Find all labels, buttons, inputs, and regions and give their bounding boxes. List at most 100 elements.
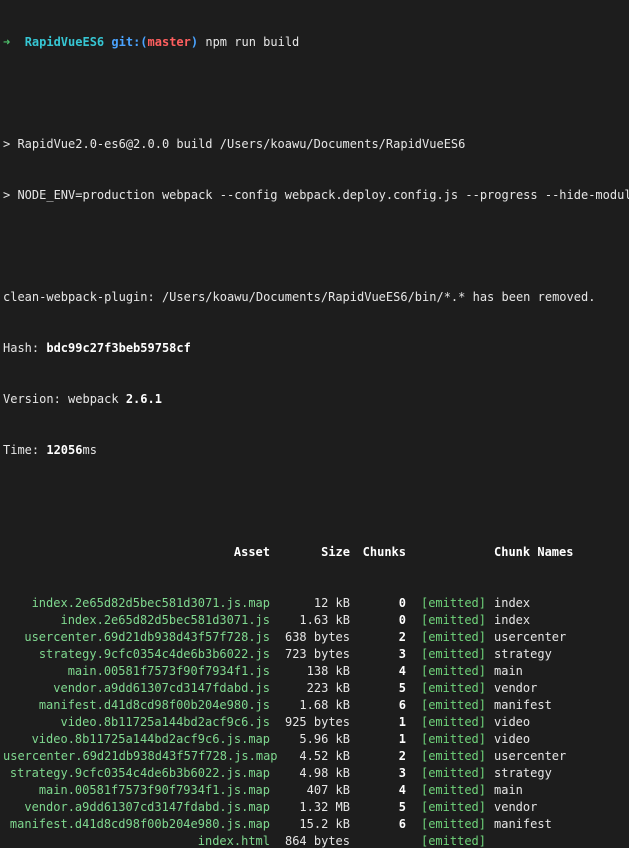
table-row: main.00581f7573f90f7934f1.js 138 kB 4 [emit… (3, 663, 629, 680)
header-chunks: Chunks (362, 545, 406, 559)
asset-name: main.00581f7573f90f7934f1.js (67, 664, 270, 678)
emitted-flag: [emitted] (420, 800, 486, 814)
asset-size: 1.32 MB (299, 800, 350, 814)
asset-table-body: index.2e65d82d5bec581d3071.js.map 12 kB 0 [… (3, 595, 629, 848)
asset-chunk-name: manifest (494, 698, 552, 712)
asset-size: 138 kB (306, 664, 350, 678)
table-row: usercenter.69d21db938d43f57f728.js.map 4.… (3, 748, 629, 765)
asset-chunk-name: video (494, 732, 531, 746)
table-row: index.2e65d82d5bec581d3071.js.map 12 kB 0 [… (3, 595, 629, 612)
table-row: index.2e65d82d5bec581d3071.js 1.63 kB 0 [em… (3, 612, 629, 629)
emitted-flag: [emitted] (420, 783, 486, 797)
asset-chunk: 3 (398, 647, 406, 661)
asset-name: strategy.9cfc0354c4de6b3b6022.js.map (9, 766, 270, 780)
emitted-flag: [emitted] (420, 596, 486, 610)
version-value: 2.6.1 (125, 392, 162, 406)
emitted-flag: [emitted] (420, 630, 486, 644)
asset-table-header: Asset Size Chunks Chunk Names (3, 544, 629, 561)
asset-chunk-name: video (494, 715, 531, 729)
clean-plugin-line: clean-webpack-plugin: /Users/koawu/Docum… (3, 290, 596, 304)
time-unit: ms (82, 443, 97, 457)
table-row: vendor.a9dd61307cd3147fdabd.js 223 kB 5 [em… (3, 680, 629, 697)
asset-chunk-name: manifest (494, 817, 552, 831)
version-line: Version: webpack 2.6.1 (3, 391, 629, 408)
asset-name: index.2e65d82d5bec581d3071.js.map (31, 596, 270, 610)
table-row: manifest.d41d8cd98f00b204e980.js 1.68 kB 6… (3, 697, 629, 714)
asset-chunk: 1 (398, 732, 406, 746)
time-label: Time: (3, 443, 47, 457)
table-row: video.8b11725a144bd2acf9c6.js 925 bytes 1 [… (3, 714, 629, 731)
asset-chunk: 4 (398, 783, 406, 797)
asset-size: 12 kB (313, 596, 350, 610)
table-row: video.8b11725a144bd2acf9c6.js.map 5.96 kB… (3, 731, 629, 748)
asset-chunk-name: strategy (494, 647, 552, 661)
build-script-line: > RapidVue2.0-es6@2.0.0 build /Users/koa… (3, 137, 466, 151)
asset-name: usercenter.69d21db938d43f57f728.js.map (3, 749, 278, 763)
asset-size: 4.52 kB (299, 749, 350, 763)
table-row: manifest.d41d8cd98f00b204e980.js.map 15.2… (3, 816, 629, 833)
asset-chunk (350, 833, 406, 848)
asset-name: index.html (197, 834, 270, 848)
asset-chunk: 2 (398, 749, 406, 763)
emitted-flag: [emitted] (420, 817, 486, 831)
asset-chunk: 5 (398, 800, 406, 814)
emitted-flag: [emitted] (420, 766, 486, 780)
prompt-command: npm run build (205, 35, 300, 49)
asset-name: vendor.a9dd61307cd3147fdabd.js.map (24, 800, 270, 814)
asset-name: usercenter.69d21db938d43f57f728.js (24, 630, 270, 644)
asset-size: 864 bytes (284, 834, 350, 848)
asset-chunk: 3 (398, 766, 406, 780)
header-asset: Asset (233, 545, 270, 559)
asset-name: manifest.d41d8cd98f00b204e980.js (38, 698, 270, 712)
emitted-flag: [emitted] (420, 698, 486, 712)
asset-size: 4.98 kB (299, 766, 350, 780)
header-size: Size (321, 545, 350, 559)
table-row: usercenter.69d21db938d43f57f728.js 638 by… (3, 629, 629, 646)
asset-name: vendor.a9dd61307cd3147fdabd.js (53, 681, 270, 695)
asset-chunk-name: main (494, 664, 523, 678)
asset-chunk-name: vendor (494, 681, 538, 695)
hash-line: Hash: bdc99c27f3beb59758cf (3, 340, 629, 357)
asset-chunk: 2 (398, 630, 406, 644)
table-row: vendor.a9dd61307cd3147fdabd.js.map 1.32 M… (3, 799, 629, 816)
asset-chunk: 4 (398, 664, 406, 678)
asset-size: 407 kB (306, 783, 350, 797)
prompt-arrow-icon: ➜ (3, 35, 11, 49)
asset-size: 1.63 kB (299, 613, 350, 627)
time-value: 12056 (46, 443, 83, 457)
asset-name: video.8b11725a144bd2acf9c6.js.map (31, 732, 270, 746)
emitted-flag: [emitted] (420, 664, 486, 678)
asset-chunk-name: strategy (494, 766, 552, 780)
env-script-line: > NODE_ENV=production webpack --config w… (3, 188, 629, 202)
emitted-flag: [emitted] (420, 647, 486, 661)
asset-size: 925 bytes (284, 715, 350, 729)
asset-name: index.2e65d82d5bec581d3071.js (60, 613, 270, 627)
header-emitted-spacer (406, 544, 486, 561)
prompt-git-label: git:( (111, 35, 148, 49)
asset-chunk-name: index (494, 596, 531, 610)
asset-size: 5.96 kB (299, 732, 350, 746)
emitted-flag: [emitted] (420, 732, 486, 746)
table-row: strategy.9cfc0354c4de6b3b6022.js.map 4.98… (3, 765, 629, 782)
emitted-flag: [emitted] (420, 613, 486, 627)
prompt-git-branch: master (147, 35, 191, 49)
asset-size: 15.2 kB (299, 817, 350, 831)
hash-value: bdc99c27f3beb59758cf (46, 341, 191, 355)
prompt-git-close: ) (190, 35, 199, 49)
asset-size: 638 bytes (284, 630, 350, 644)
table-row: main.00581f7573f90f7934f1.js.map 407 kB 4 [… (3, 782, 629, 799)
asset-name: manifest.d41d8cd98f00b204e980.js.map (9, 817, 270, 831)
asset-chunk-name: main (494, 783, 523, 797)
asset-chunk: 1 (398, 715, 406, 729)
emitted-flag: [emitted] (420, 715, 486, 729)
asset-chunk-name: vendor (494, 800, 538, 814)
terminal-window[interactable]: ➜ RapidVueES6 git:(master) npm run build… (0, 0, 629, 848)
emitted-flag: [emitted] (420, 834, 486, 848)
asset-name: video.8b11725a144bd2acf9c6.js (60, 715, 270, 729)
asset-chunk: 0 (398, 613, 406, 627)
asset-chunk-name: index (494, 613, 531, 627)
header-chunk-names: Chunk Names (494, 545, 574, 559)
table-row: index.html 864 bytes [emitted] (3, 833, 629, 848)
